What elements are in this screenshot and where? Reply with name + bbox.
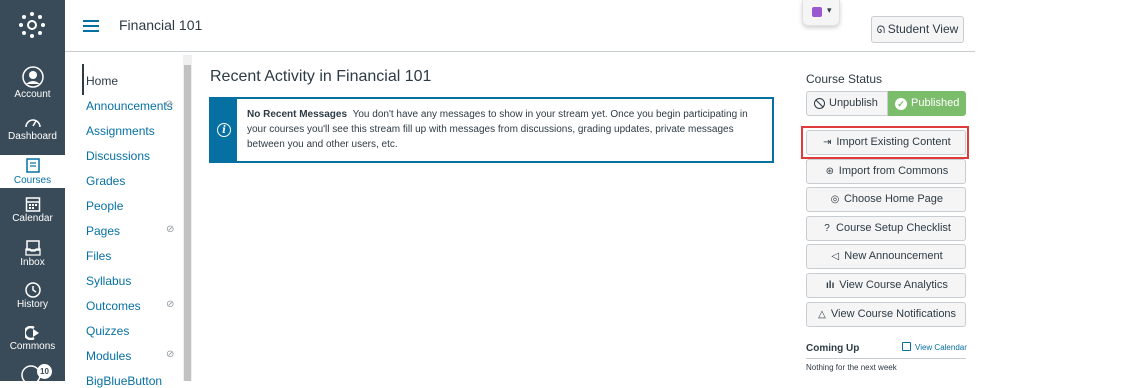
course-nav-quizzes[interactable]: Quizzes bbox=[86, 324, 129, 338]
checklist-icon: ? bbox=[824, 223, 830, 234]
nav-help[interactable]: 10 bbox=[0, 364, 65, 385]
nav-calendar[interactable]: Calendar bbox=[0, 196, 65, 232]
student-view-label: Student View bbox=[887, 22, 959, 36]
import-existing-content-button[interactable]: ⇥ Import Existing Content bbox=[806, 130, 966, 155]
nav-history[interactable]: History bbox=[0, 282, 65, 318]
course-nav-grades[interactable]: Grades bbox=[86, 174, 125, 188]
course-status-heading: Course Status bbox=[806, 72, 883, 86]
new-announcement-label: New Announcement bbox=[844, 250, 943, 262]
choose-home-page-label: Choose Home Page bbox=[843, 193, 944, 205]
active-indicator bbox=[82, 64, 84, 95]
commons-icon: ⊛ bbox=[825, 166, 834, 177]
canvas-logo-icon bbox=[19, 12, 45, 38]
page-title: Recent Activity in Financial 101 bbox=[210, 68, 432, 85]
help-badge: 10 bbox=[37, 364, 52, 379]
coming-up-heading: Coming Up bbox=[806, 343, 860, 354]
view-course-notifications-label: View Course Notifications bbox=[830, 308, 957, 320]
course-setup-checklist-button[interactable]: ? Course Setup Checklist bbox=[806, 216, 966, 241]
coming-up-empty: Nothing for the next week bbox=[806, 363, 897, 372]
choose-home-page-button[interactable]: ◎ Choose Home Page bbox=[806, 187, 966, 212]
glasses-icon: ᘏ bbox=[876, 25, 888, 36]
app-tool-icon bbox=[812, 7, 822, 17]
student-view-button[interactable]: ᘏ Student View bbox=[871, 16, 964, 43]
dashboard-icon bbox=[24, 119, 41, 128]
nav-dashboard-label: Dashboard bbox=[8, 131, 57, 142]
home-page-icon: ◎ bbox=[830, 194, 840, 205]
course-nav-syllabus[interactable]: Syllabus bbox=[86, 274, 131, 288]
menu-toggle-button[interactable] bbox=[83, 20, 99, 32]
hidden-eye-icon: ⊘ bbox=[166, 299, 175, 310]
import-icon: ⇥ bbox=[823, 137, 832, 148]
view-calendar-link[interactable]: View Calendar bbox=[902, 342, 967, 352]
unpublish-button[interactable]: Unpublish bbox=[806, 91, 888, 116]
hidden-eye-icon: ⊘ bbox=[166, 224, 175, 235]
course-nav-announcements[interactable]: Announcements bbox=[86, 99, 173, 113]
no-messages-alert: i No Recent Messages You don't have any … bbox=[209, 97, 774, 163]
hidden-eye-icon: ⊘ bbox=[165, 99, 174, 110]
course-nav-outcomes[interactable]: Outcomes bbox=[86, 299, 141, 313]
canvas-logo[interactable] bbox=[18, 11, 46, 39]
import-existing-content-label: Import Existing Content bbox=[836, 136, 951, 148]
nav-commons-label: Commons bbox=[9, 341, 56, 352]
course-nav-pages[interactable]: Pages bbox=[86, 224, 120, 238]
account-icon bbox=[21, 66, 44, 88]
hamburger-line bbox=[83, 25, 99, 27]
alert-stripe: i bbox=[211, 99, 237, 161]
nav-courses-label: Courses bbox=[13, 175, 52, 186]
import-from-commons-label: Import from Commons bbox=[838, 165, 949, 177]
nav-account-label: Account bbox=[14, 89, 51, 100]
hamburger-line bbox=[83, 30, 99, 32]
commons-icon bbox=[24, 326, 39, 340]
nav-calendar-label: Calendar bbox=[12, 213, 53, 224]
nav-history-label: History bbox=[16, 299, 49, 310]
new-announcement-button[interactable]: ◁ New Announcement bbox=[806, 244, 966, 269]
nav-courses[interactable]: Courses bbox=[0, 155, 65, 188]
chevron-down-icon: ▾ bbox=[827, 5, 832, 15]
alert-text: No Recent Messages You don't have any me… bbox=[247, 107, 767, 152]
hamburger-line bbox=[83, 20, 99, 22]
course-nav-discussions[interactable]: Discussions bbox=[86, 149, 150, 163]
view-course-notifications-button[interactable]: △ View Course Notifications bbox=[806, 302, 966, 327]
nav-dashboard[interactable]: Dashboard bbox=[0, 114, 65, 150]
analytics-icon: ılı bbox=[826, 280, 835, 291]
calendar-icon bbox=[902, 342, 911, 351]
nav-inbox[interactable]: Inbox bbox=[0, 240, 65, 276]
announcement-icon: ◁ bbox=[831, 251, 840, 262]
published-label: Published bbox=[911, 97, 960, 109]
info-icon: i bbox=[217, 123, 231, 137]
inbox-icon bbox=[24, 240, 41, 256]
course-nav-files[interactable]: Files bbox=[86, 249, 111, 263]
apps-menu-button[interactable]: ▾ bbox=[802, 0, 840, 26]
alert-title: No Recent Messages bbox=[247, 109, 348, 120]
unpublish-icon bbox=[814, 98, 825, 109]
global-nav: Account Dashboard Courses Calendar Inbox… bbox=[0, 0, 65, 385]
divider bbox=[806, 358, 966, 359]
view-course-analytics-button[interactable]: ılı View Course Analytics bbox=[806, 273, 966, 298]
nav-commons[interactable]: Commons bbox=[0, 326, 65, 362]
course-nav-assignments[interactable]: Assignments bbox=[86, 124, 155, 138]
courses-icon bbox=[25, 158, 40, 173]
check-icon: ✓ bbox=[895, 98, 907, 110]
view-course-analytics-label: View Course Analytics bbox=[839, 279, 948, 291]
course-nav-scrollbar[interactable] bbox=[183, 55, 192, 381]
course-nav-people[interactable]: People bbox=[86, 199, 123, 213]
history-icon bbox=[24, 282, 41, 298]
course-header: Financial 101 ▾ ᘏ Student View bbox=[65, 0, 975, 52]
bell-icon: △ bbox=[818, 309, 826, 320]
nav-inbox-label: Inbox bbox=[20, 257, 45, 268]
nav-account[interactable]: Account bbox=[0, 66, 65, 102]
hidden-eye-icon: ⊘ bbox=[166, 349, 175, 360]
course-nav-bigbluebutton[interactable]: BigBlueButton bbox=[86, 374, 162, 388]
view-calendar-label: View Calendar bbox=[915, 343, 967, 352]
published-button[interactable]: ✓ Published bbox=[888, 91, 966, 116]
unpublish-label: Unpublish bbox=[829, 97, 878, 109]
calendar-icon bbox=[25, 197, 40, 212]
scrollbar-thumb[interactable] bbox=[184, 65, 191, 381]
course-nav-modules[interactable]: Modules bbox=[86, 349, 131, 363]
course-nav-home[interactable]: Home bbox=[86, 74, 118, 88]
course-setup-checklist-label: Course Setup Checklist bbox=[836, 222, 951, 234]
breadcrumb[interactable]: Financial 101 bbox=[119, 17, 202, 33]
import-from-commons-button[interactable]: ⊛ Import from Commons bbox=[806, 159, 966, 184]
